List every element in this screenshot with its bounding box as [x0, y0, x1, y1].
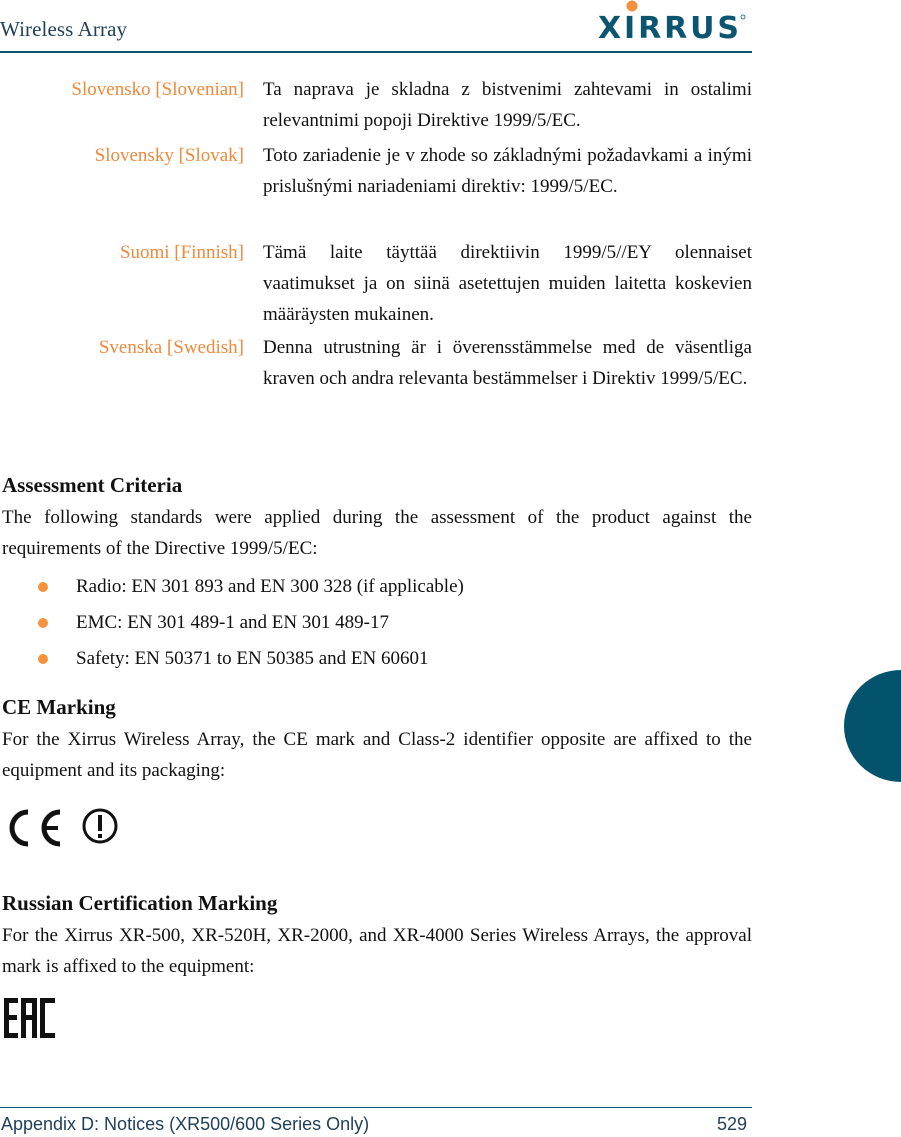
bullet-icon [38, 654, 48, 664]
list-item: Radio: EN 301 893 and EN 300 328 (if app… [0, 569, 752, 605]
chapter-side-tab [844, 670, 901, 782]
footer-section-title: Appendix D: Notices (XR500/600 Series On… [1, 1114, 370, 1134]
language-name: Svenska [Swedish] [98, 337, 244, 358]
language-declaration: Denna utrustning är i överensstämmelse m… [263, 337, 752, 389]
xirrus-logo: XIRRUS [598, 0, 746, 42]
class2-alert-icon [82, 808, 118, 844]
running-header-title: Wireless Array [0, 17, 128, 41]
page-number: 529 [716, 1114, 747, 1134]
language-declaration: Ta naprava je skladna z bistvenimi zahte… [263, 79, 752, 131]
language-name: Slovensko [Slovenian] [71, 79, 244, 100]
list-item-text: EMC: EN 301 489-1 and EN 301 489-17 [76, 612, 389, 633]
language-name: Suomi [Finnish] [119, 242, 244, 263]
list-item-text: Safety: EN 50371 to EN 50385 and EN 6060… [76, 648, 429, 669]
logo-text: XIRRUS [598, 11, 738, 42]
ce-mark-icon [9, 809, 61, 847]
footer-divider [0, 1107, 752, 1108]
list-item-text: Radio: EN 301 893 and EN 300 328 (if app… [76, 576, 464, 597]
assessment-criteria-heading: Assessment Criteria [2, 473, 183, 497]
language-name: Slovensky [Slovak] [94, 145, 244, 166]
language-declaration: Tämä laite täyttää direktiivin 1999/5//E… [263, 242, 752, 325]
header-divider [0, 51, 752, 53]
standards-list: Radio: EN 301 893 and EN 300 328 (if app… [0, 569, 752, 677]
assessment-intro: The following standards were applied dur… [2, 507, 752, 559]
list-item: EMC: EN 301 489-1 and EN 301 489-17 [0, 605, 752, 641]
ce-marking-heading: CE Marking [2, 695, 116, 719]
russian-certification-heading: Russian Certification Marking [2, 891, 278, 915]
eac-mark-icon [4, 998, 55, 1038]
bullet-icon [38, 618, 48, 628]
ce-marking-text: For the Xirrus Wireless Array, the CE ma… [2, 729, 752, 781]
list-item: Safety: EN 50371 to EN 50385 and EN 6060… [0, 641, 752, 677]
bullet-icon [38, 582, 48, 592]
language-declaration: Toto zariadenie je v zhode so základnými… [263, 145, 752, 197]
russian-certification-text: For the Xirrus XR-500, XR-520H, XR-2000,… [2, 925, 752, 977]
